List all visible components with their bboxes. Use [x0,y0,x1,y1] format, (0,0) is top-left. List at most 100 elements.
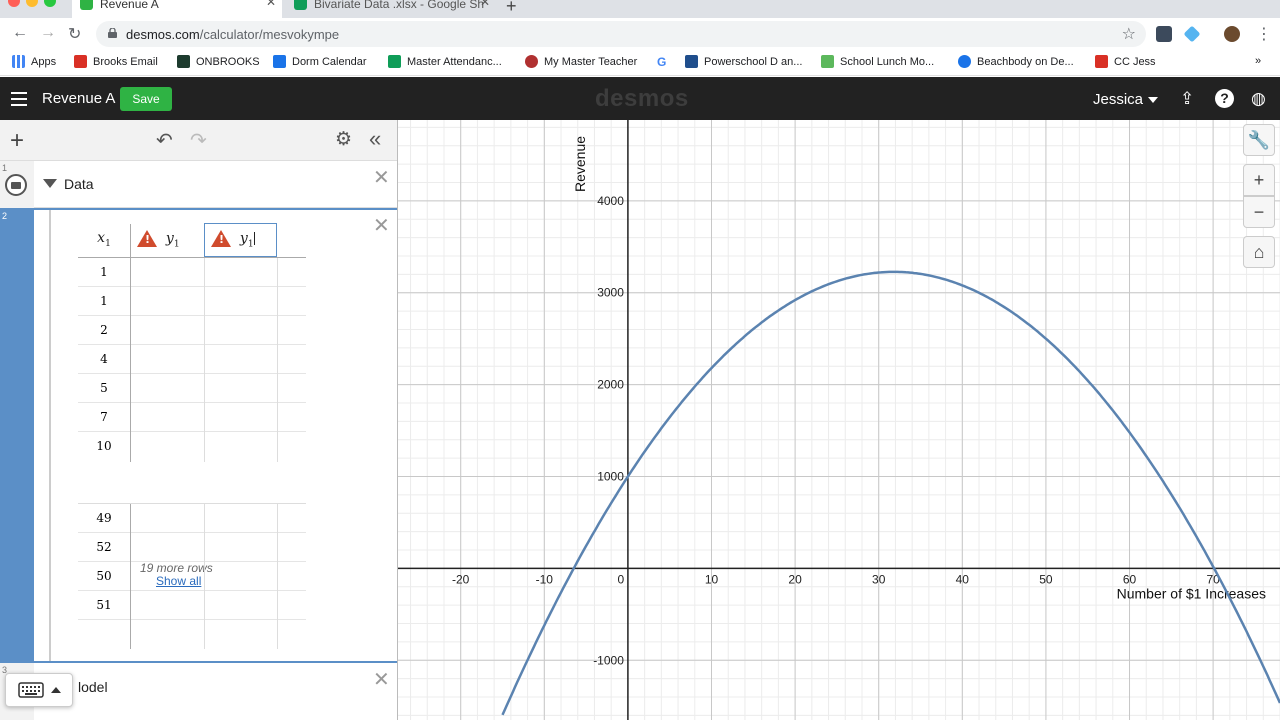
save-button[interactable]: Save [120,87,172,111]
undo-icon[interactable]: ↶ [156,128,173,153]
table-row[interactable]: 49 [78,504,306,533]
table-row[interactable]: 2 [78,316,306,345]
extension-icon[interactable] [1156,26,1172,42]
extension-diamond-icon[interactable] [1183,25,1201,43]
table-cell-x[interactable]: 2 [78,323,130,337]
warning-icon[interactable] [211,230,231,247]
table-cell-x[interactable]: 49 [78,511,130,525]
address-bar[interactable]: desmos.com/calculator/mesvokympe ☆ [96,21,1146,47]
back-icon[interactable]: ← [12,24,28,42]
graph-svg[interactable]: -20 -10 0 10 20 30 40 50 60 70-100010002000300040… [398,120,1280,720]
home-zoom-icon[interactable]: ⌂ [1243,236,1275,268]
close-tab-icon[interactable]: ✕ [480,0,490,8]
table-cell-x[interactable]: 52 [78,540,130,554]
bookmark-label: Apps [31,55,57,68]
bookmark-star-icon[interactable]: ☆ [1122,24,1136,44]
table-row[interactable]: 1 [78,258,306,287]
minimize-window-icon[interactable] [26,0,38,7]
folder-title[interactable]: Data [64,176,94,192]
zoom-out-icon[interactable]: − [1243,196,1275,228]
zoom-window-icon[interactable] [44,0,56,7]
graph-paper[interactable]: -20 -10 0 10 20 30 40 50 60 70 -1000 1000 2000 3000 40… [398,120,1280,720]
bookmark-dorm-calendar[interactable]: Dorm Calendar [273,55,367,68]
gmail-icon [74,55,87,68]
bookmark-brooks-email[interactable]: Brooks Email [74,55,158,68]
bookmark-google[interactable]: G [657,55,666,69]
gear-icon[interactable]: ⚙ [335,128,352,151]
url-host: desmos.com [126,27,200,42]
table-cell-x[interactable]: 10 [78,439,130,453]
redo-icon[interactable]: ↷ [190,128,207,153]
folder-indent-line [49,210,51,661]
globe-language-icon[interactable]: ◍ [1251,89,1266,109]
calendar-icon [273,55,286,68]
table-cell-x[interactable]: 4 [78,352,130,366]
bookmark-cc-jess[interactable]: CC Jess [1095,55,1156,68]
table-header-y1-active[interactable]: y1 [204,223,277,257]
delete-expression-icon[interactable]: ✕ [373,165,390,190]
table-row[interactable]: 5 [78,374,306,403]
add-expression-icon[interactable]: + [10,127,24,155]
new-tab-icon[interactable]: + [506,0,517,17]
browser-tab-desmos[interactable]: Revenue A ✕ [72,0,282,18]
table-cell-x[interactable]: 5 [78,381,130,395]
sheets-icon [388,55,401,68]
collapse-panel-icon[interactable]: « [369,126,381,152]
table-cell-x[interactable]: 1 [78,265,130,279]
profile-avatar-icon[interactable] [1224,26,1240,42]
tab-label: Bivariate Data .xlsx - Google Sh [314,0,485,11]
x-tick-label: 0 [618,572,625,586]
powerschool-icon [685,55,698,68]
menu-icon[interactable] [11,92,27,106]
table-header-y1[interactable]: y1 [130,224,204,257]
reload-icon[interactable]: ↻ [68,24,81,44]
more-bookmarks-icon[interactable]: » [1255,55,1261,67]
table-row[interactable]: 10 [78,432,306,461]
table-row[interactable]: 50 [78,562,306,591]
chevron-down-icon[interactable] [1148,97,1158,103]
model-expression[interactable]: 3 lodel ✕ [0,663,397,720]
folder-collapse-triangle-icon[interactable] [43,179,57,188]
delete-expression-icon[interactable]: ✕ [373,667,390,692]
table-row[interactable]: 7 [78,403,306,432]
table-header-x[interactable]: x1 [78,224,130,257]
bookmark-powerschool[interactable]: Powerschool D an... [685,55,802,68]
delete-expression-icon[interactable]: ✕ [373,213,390,238]
x-tick-label: -20 [452,572,470,586]
browser-menu-icon[interactable]: ⋮ [1256,24,1272,44]
folder-expression[interactable]: 1 Data ✕ [0,161,397,208]
close-window-icon[interactable] [8,0,20,7]
bookmark-apps[interactable]: Apps [12,55,56,68]
header-variable: y [239,230,248,247]
table-cell-x[interactable]: 51 [78,598,130,612]
graph-settings-wrench-icon[interactable]: 🔧 [1243,124,1275,156]
bookmark-my-master-teacher[interactable]: My Master Teacher [525,55,637,68]
column-divider [130,224,131,462]
table-expression[interactable]: 2 ✕ x1 y1 y1 1 1 2 4 5 7 10 19 more rows… [0,208,397,663]
graph-title[interactable]: Revenue A [42,90,115,107]
keyboard-toggle-button[interactable] [5,673,73,707]
table-cell-x[interactable]: 7 [78,410,130,424]
forward-icon[interactable]: → [40,24,56,42]
y-tick-label: 3000 [597,286,624,300]
table-cell-x[interactable]: 50 [78,569,130,583]
share-icon[interactable]: ⇪ [1180,89,1194,109]
table-row[interactable]: 4 [78,345,306,374]
table-row[interactable]: 52 [78,533,306,562]
table-row[interactable]: 1 [78,287,306,316]
table-row[interactable]: 51 [78,591,306,620]
help-icon[interactable]: ? [1215,89,1234,108]
bookmark-master-attendance[interactable]: Master Attendanc... [388,55,502,68]
zoom-in-icon[interactable]: + [1243,164,1275,196]
browser-tab-sheets[interactable]: Bivariate Data .xlsx - Google Sh ✕ [286,0,496,18]
expression-text[interactable]: lodel [78,679,108,695]
user-name[interactable]: Jessica [1093,91,1143,108]
warning-icon[interactable] [137,230,157,247]
bookmark-school-lunch[interactable]: School Lunch Mo... [821,55,934,68]
bookmark-beachbody[interactable]: Beachbody on De... [958,55,1074,68]
desmos-favicon-icon [80,0,93,10]
bookmark-onbrooks[interactable]: ONBROOKS [177,55,260,68]
close-tab-icon[interactable]: ✕ [266,0,276,8]
table-cell-x[interactable]: 1 [78,294,130,308]
sheets-favicon-icon [294,0,307,10]
